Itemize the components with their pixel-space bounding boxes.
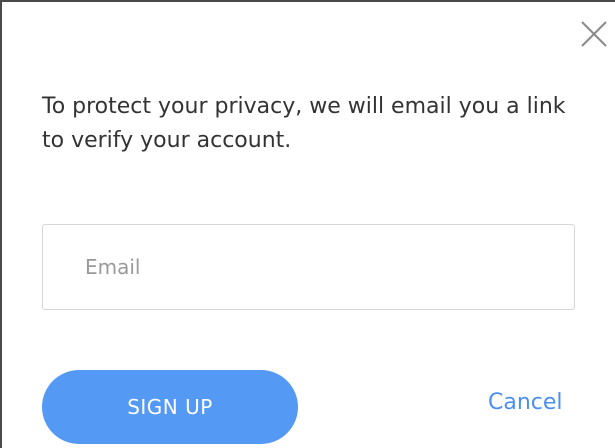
- verify-email-dialog: To protect your privacy, we will email y…: [0, 0, 615, 448]
- email-input[interactable]: [42, 224, 575, 310]
- cancel-link[interactable]: Cancel: [488, 390, 563, 415]
- dialog-message: To protect your privacy, we will email y…: [42, 94, 566, 153]
- sign-up-button[interactable]: SIGN UP: [42, 370, 298, 444]
- close-button[interactable]: [578, 18, 610, 50]
- close-icon: [581, 21, 607, 47]
